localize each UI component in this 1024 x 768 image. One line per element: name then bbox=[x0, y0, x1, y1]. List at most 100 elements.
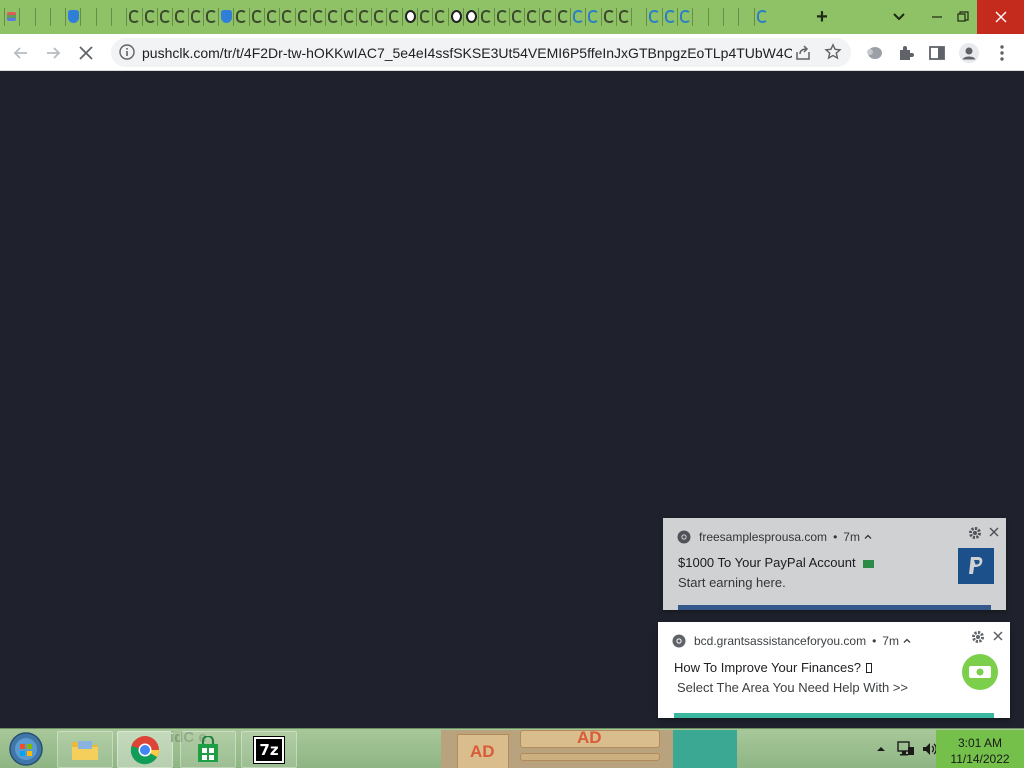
close-window-button[interactable] bbox=[977, 0, 1024, 34]
forward-button[interactable] bbox=[40, 40, 66, 66]
side-panel-button[interactable] bbox=[926, 42, 948, 64]
taskbar-file-explorer[interactable] bbox=[57, 731, 113, 768]
chevron-up-icon[interactable] bbox=[876, 745, 886, 753]
separator-dot: • bbox=[833, 530, 838, 544]
browser-tab[interactable] bbox=[722, 0, 738, 34]
browser-tab[interactable] bbox=[111, 0, 126, 34]
browser-tab[interactable] bbox=[508, 0, 524, 34]
share-icon[interactable] bbox=[794, 44, 812, 62]
stop-loading-button[interactable] bbox=[73, 40, 99, 66]
swirl-favicon-icon bbox=[435, 10, 447, 23]
chevron-up-icon[interactable] bbox=[863, 532, 873, 542]
close-icon[interactable] bbox=[991, 629, 1005, 643]
browser-tab[interactable] bbox=[462, 0, 478, 34]
ad-box[interactable]: AD bbox=[457, 734, 509, 768]
browser-tab[interactable] bbox=[156, 0, 172, 34]
browser-tab[interactable] bbox=[371, 0, 386, 34]
network-icon[interactable] bbox=[897, 741, 915, 757]
browser-tab[interactable] bbox=[264, 0, 279, 34]
money-icon bbox=[962, 654, 998, 690]
taskbar-store[interactable] bbox=[180, 731, 236, 768]
browser-tab[interactable] bbox=[294, 0, 310, 34]
browser-tab[interactable] bbox=[386, 0, 401, 34]
ad-box[interactable]: AD bbox=[520, 728, 660, 748]
browser-tab[interactable] bbox=[753, 0, 769, 34]
browser-tab[interactable] bbox=[585, 0, 600, 34]
browser-tab[interactable] bbox=[95, 0, 111, 34]
taskbar-chrome[interactable] bbox=[117, 731, 173, 768]
browser-tab[interactable] bbox=[202, 0, 218, 34]
notification-title: How To Improve Your Finances? bbox=[674, 660, 872, 675]
browser-tab[interactable] bbox=[309, 0, 325, 34]
browser-tab[interactable] bbox=[126, 0, 141, 34]
profile-button[interactable] bbox=[958, 42, 980, 64]
notification-age: 7m bbox=[843, 530, 860, 544]
browser-tab[interactable] bbox=[65, 0, 80, 34]
browser-tab[interactable] bbox=[738, 0, 753, 34]
browser-tab[interactable] bbox=[646, 0, 661, 34]
browser-tab[interactable] bbox=[80, 0, 95, 34]
new-tab-button[interactable]: + bbox=[811, 6, 833, 28]
browser-tab[interactable] bbox=[19, 0, 34, 34]
browser-tab[interactable] bbox=[172, 0, 187, 34]
info-icon[interactable] bbox=[119, 44, 135, 60]
taskbar-clock[interactable]: 3:01 AM 11/14/2022 bbox=[936, 730, 1024, 768]
notification-card[interactable]: bcd.grantsassistanceforyou.com • 7m How … bbox=[658, 622, 1010, 718]
browser-tab[interactable] bbox=[707, 0, 723, 34]
back-button[interactable] bbox=[8, 40, 34, 66]
menu-button[interactable] bbox=[991, 42, 1013, 64]
browser-tab[interactable] bbox=[218, 0, 233, 34]
notification-card[interactable]: freesamplesprousa.com • 7m $1000 To Your… bbox=[663, 518, 1006, 610]
taskbar-window-thumbnail[interactable] bbox=[673, 730, 737, 768]
browser-tab[interactable] bbox=[692, 0, 707, 34]
gear-icon[interactable] bbox=[971, 630, 985, 644]
browser-tab[interactable] bbox=[4, 0, 19, 34]
taskbar-7zip[interactable]: 7z bbox=[241, 731, 297, 768]
address-bar[interactable]: pushclk.com/tr/t/4F2Dr-tw-hOKKwIAC7_5e4e… bbox=[111, 38, 851, 67]
browser-tab[interactable] bbox=[569, 0, 585, 34]
browser-tab[interactable] bbox=[554, 0, 570, 34]
url-text[interactable]: pushclk.com/tr/t/4F2Dr-tw-hOKKwIAC7_5e4e… bbox=[142, 45, 792, 61]
browser-tab[interactable] bbox=[539, 0, 554, 34]
browser-tab[interactable] bbox=[600, 0, 616, 34]
browser-tab[interactable] bbox=[49, 0, 65, 34]
browser-tab[interactable] bbox=[478, 0, 493, 34]
browser-tab[interactable] bbox=[355, 0, 371, 34]
swirl-favicon-icon bbox=[236, 10, 248, 23]
restore-button[interactable] bbox=[948, 0, 978, 34]
star-icon[interactable] bbox=[824, 43, 842, 61]
browser-tab[interactable] bbox=[248, 0, 264, 34]
extensions-button[interactable] bbox=[895, 42, 917, 64]
unknown-glyph-icon bbox=[865, 663, 872, 673]
browser-tab[interactable] bbox=[233, 0, 248, 34]
browser-tab[interactable] bbox=[631, 0, 646, 34]
chevron-up-icon[interactable] bbox=[902, 636, 912, 646]
taskbar: idC e 7z AD AD 3:01 AM 11/14/2022 bbox=[0, 728, 1024, 768]
browser-tab[interactable] bbox=[661, 0, 677, 34]
browser-tab[interactable] bbox=[432, 0, 447, 34]
ad-box[interactable] bbox=[520, 753, 660, 761]
notification-title: $1000 To Your PayPal Account bbox=[678, 555, 875, 570]
browser-tab[interactable] bbox=[524, 0, 539, 34]
browser-tab[interactable] bbox=[187, 0, 203, 34]
browser-tab[interactable] bbox=[279, 0, 294, 34]
browser-tab[interactable] bbox=[401, 0, 417, 34]
browser-tab[interactable] bbox=[325, 0, 340, 34]
browser-tab[interactable] bbox=[340, 0, 356, 34]
extension-blob-button[interactable] bbox=[863, 42, 885, 64]
swirl-favicon-icon bbox=[129, 10, 141, 23]
browser-tab[interactable] bbox=[141, 0, 157, 34]
browser-tab[interactable] bbox=[677, 0, 692, 34]
notification-origin: freesamplesprousa.com • 7m bbox=[677, 530, 873, 544]
start-button[interactable] bbox=[7, 731, 45, 767]
face-favicon-icon bbox=[450, 10, 462, 23]
swirl-favicon-icon bbox=[389, 10, 401, 23]
browser-tab[interactable] bbox=[615, 0, 631, 34]
close-icon[interactable] bbox=[987, 525, 1001, 539]
tab-search-button[interactable] bbox=[889, 7, 909, 27]
browser-tab[interactable] bbox=[493, 0, 509, 34]
browser-tab[interactable] bbox=[417, 0, 432, 34]
browser-tab[interactable] bbox=[447, 0, 463, 34]
gear-icon[interactable] bbox=[968, 526, 982, 540]
browser-tab[interactable] bbox=[34, 0, 50, 34]
